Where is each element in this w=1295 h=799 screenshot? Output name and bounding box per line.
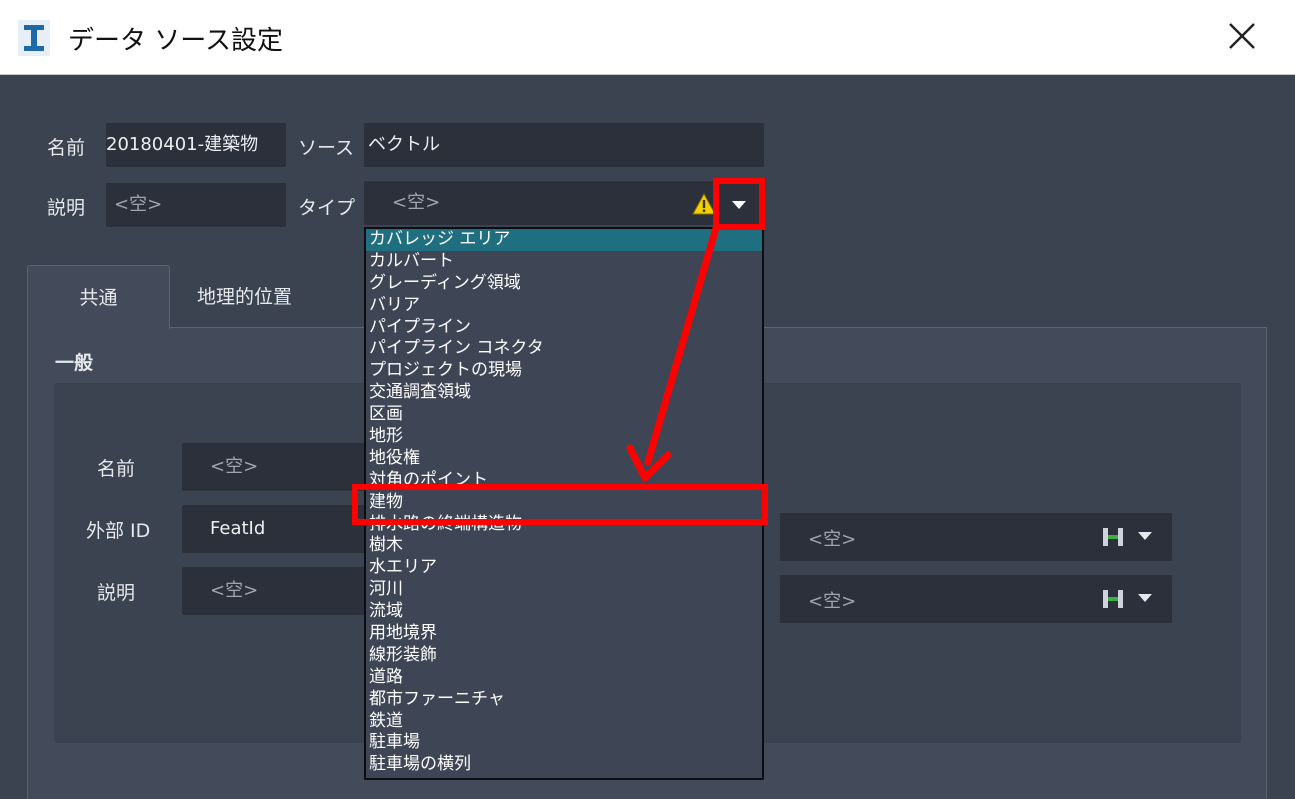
dropdown-item[interactable]: 地形	[366, 426, 762, 448]
description-label: 説明	[47, 197, 86, 219]
dropdown-item[interactable]: 区画	[366, 404, 762, 426]
source-label: ソース	[298, 137, 355, 159]
dropdown-item[interactable]: 水エリア	[366, 557, 762, 579]
external-id-mapping-placeholder: <空>	[808, 529, 857, 550]
annotation-box-dropdown-button	[713, 178, 765, 230]
dropdown-item[interactable]: 交通調査領域	[366, 382, 762, 404]
dropdown-item[interactable]: 鉄道	[366, 711, 762, 733]
external-id-field[interactable]: FeatId	[182, 505, 372, 553]
close-icon[interactable]	[1222, 16, 1262, 56]
dropdown-item[interactable]: 樹木	[366, 535, 762, 557]
app-logo-icon	[18, 20, 50, 56]
dropdown-item[interactable]: プロジェクトの現場	[366, 360, 762, 382]
annotation-box-building	[352, 484, 768, 525]
type-label: タイプ	[298, 197, 356, 219]
dropdown-item[interactable]: パイプライン	[366, 317, 762, 339]
dropdown-item[interactable]: 流域	[366, 601, 762, 623]
external-id-mapping-field[interactable]: <空>	[780, 513, 1172, 561]
dropdown-item[interactable]: 都市ファーニチャ	[366, 689, 762, 711]
dropdown-item[interactable]: 道路	[366, 667, 762, 689]
description-field[interactable]: <空>	[106, 183, 286, 227]
dropdown-item[interactable]: グレーディング領域	[366, 273, 762, 295]
chevron-down-icon[interactable]	[1138, 594, 1152, 602]
dropdown-item[interactable]: 河川	[366, 579, 762, 601]
window-title: データ ソース設定	[68, 26, 283, 56]
dropdown-item[interactable]: カルバート	[366, 251, 762, 273]
description-mapping-field[interactable]: <空>	[780, 575, 1172, 623]
dropdown-item[interactable]: 用地境界	[366, 623, 762, 645]
general-name-field[interactable]: <空>	[182, 443, 372, 491]
tab-geolocation[interactable]: 地理的位置	[172, 265, 317, 329]
dropdown-item[interactable]: 地役権	[366, 448, 762, 470]
title-bar: データ ソース設定	[0, 0, 1295, 75]
external-id-label: 外部 ID	[86, 520, 151, 542]
link-icon[interactable]	[1102, 589, 1124, 609]
dropdown-item[interactable]: パイプライン コネクタ	[366, 338, 762, 360]
link-icon[interactable]	[1102, 527, 1124, 547]
name-field[interactable]: 20180401-建築物	[106, 123, 286, 167]
section-title-general: 一般	[55, 352, 94, 374]
dropdown-item[interactable]: 駐車場	[366, 732, 762, 754]
dropdown-item[interactable]: 線形装飾	[366, 645, 762, 667]
chevron-down-icon[interactable]	[1138, 532, 1152, 540]
name-label: 名前	[47, 137, 86, 159]
dropdown-item[interactable]: カバレッジ エリア	[366, 229, 762, 251]
general-name-label: 名前	[97, 458, 136, 480]
dropdown-item[interactable]: バリア	[366, 295, 762, 317]
description-mapping-placeholder: <空>	[808, 591, 857, 612]
dropdown-item[interactable]: 駐車場の横列	[366, 754, 762, 776]
tab-common[interactable]: 共通	[27, 265, 170, 329]
general-description-field[interactable]: <空>	[182, 567, 372, 615]
source-field[interactable]: ベクトル	[364, 123, 764, 167]
general-description-label: 説明	[97, 582, 136, 604]
